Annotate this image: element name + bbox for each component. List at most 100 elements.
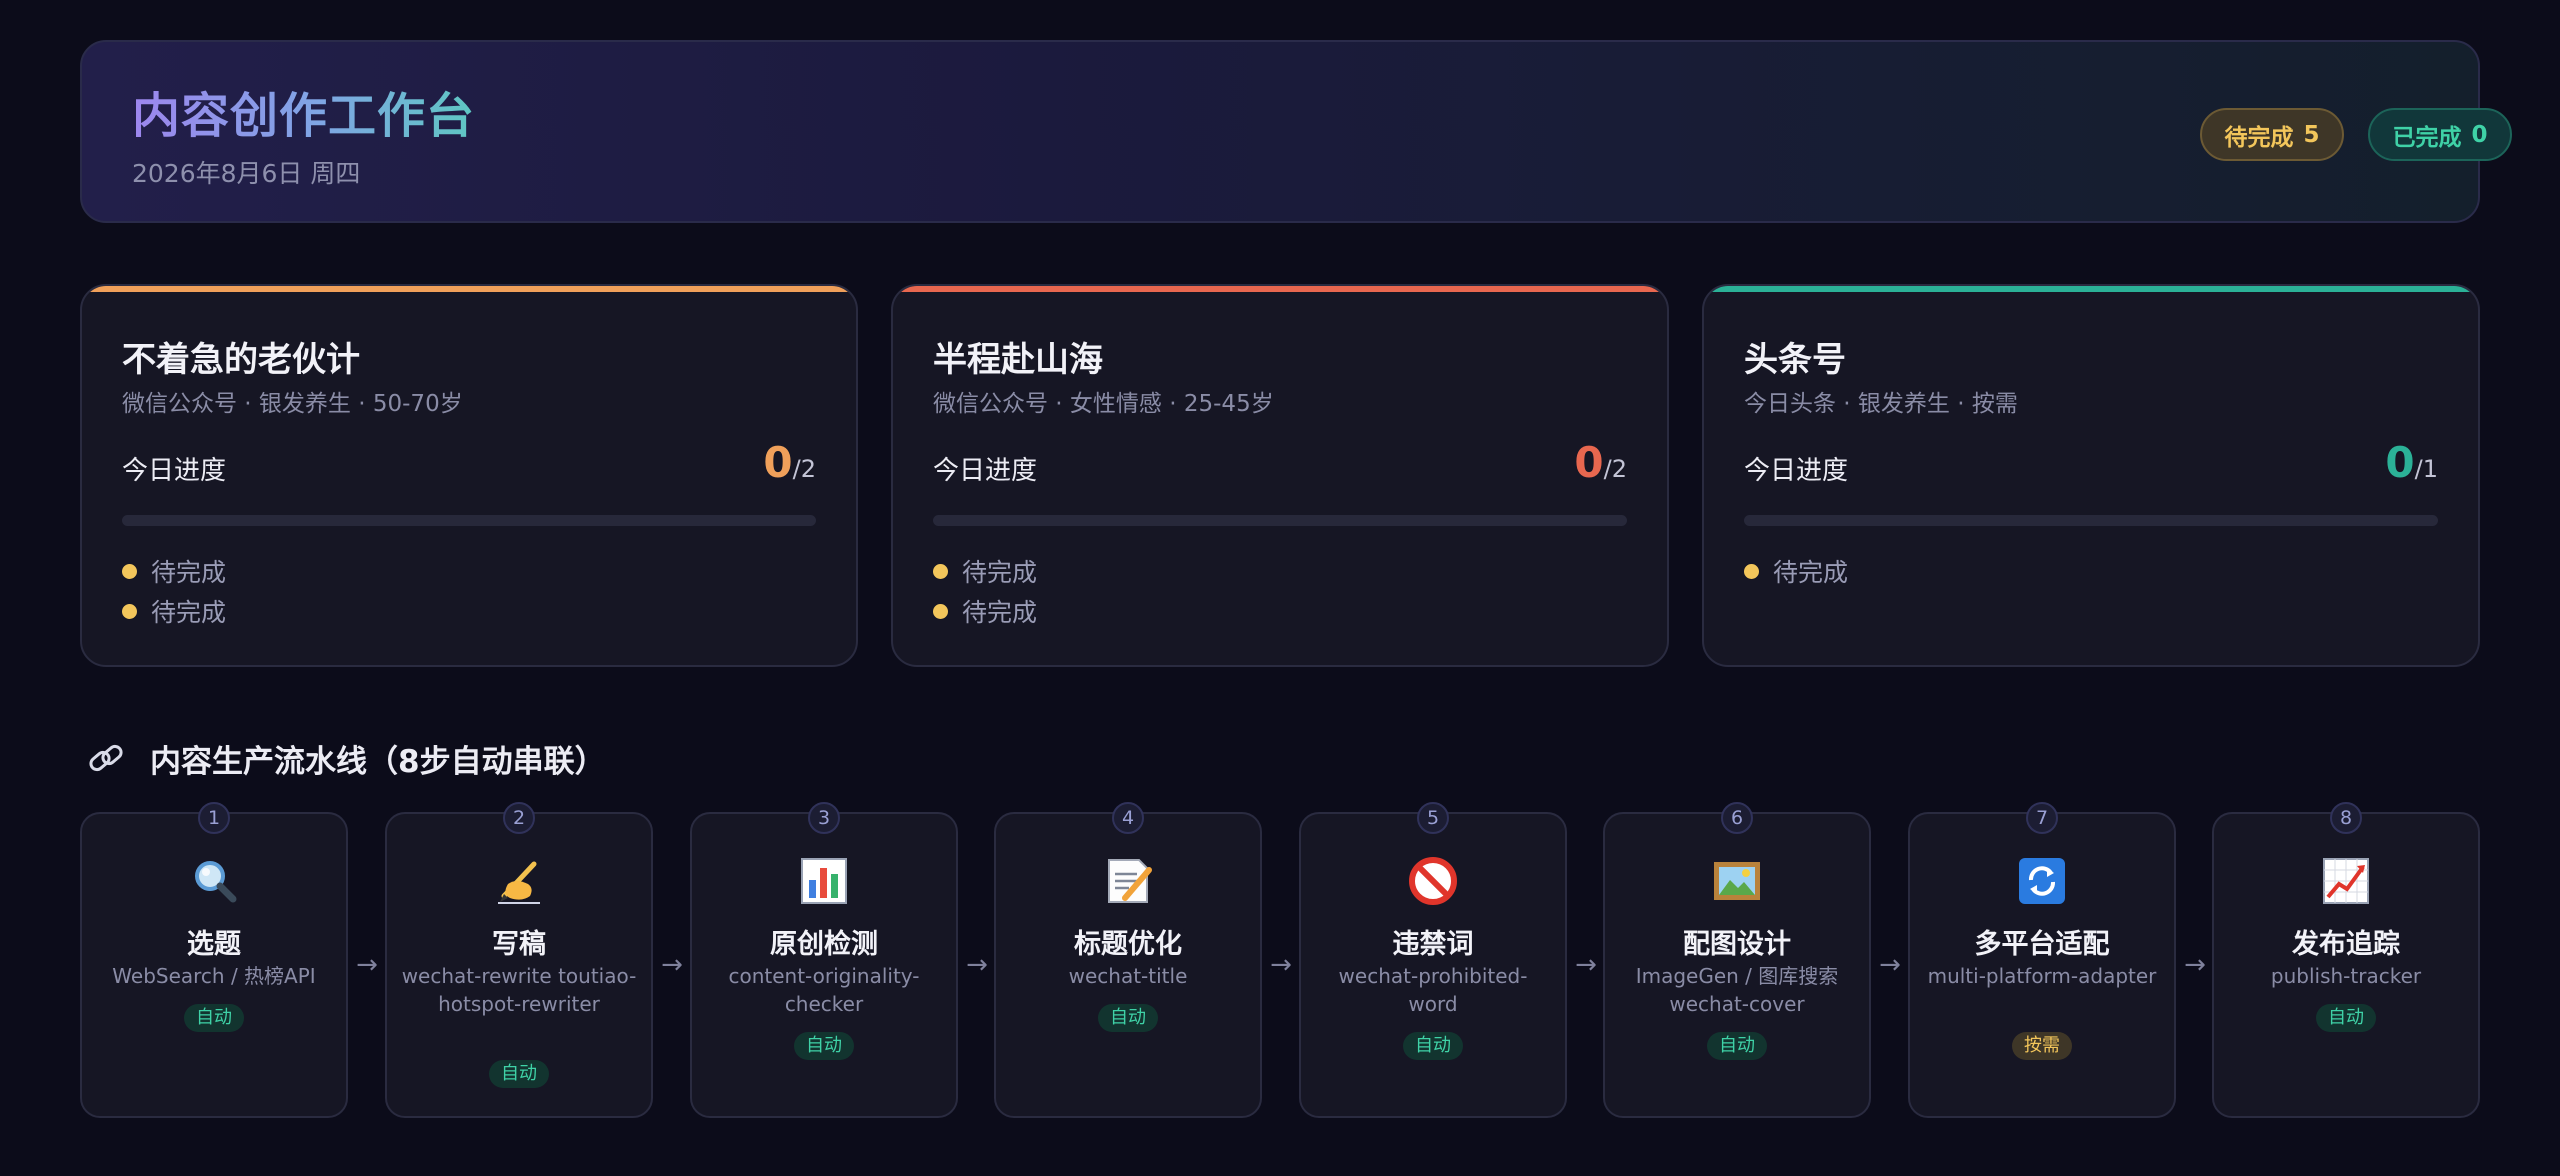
task-list: 待完成 [1744,551,1848,591]
step-tool: wechat-rewrite toutiao-hotspot-rewriter [401,964,637,1016]
progress-total: /1 [2414,455,2438,483]
step-tool: WebSearch / 热榜API [112,964,316,988]
step-icon-wrap [387,854,651,908]
pending-count: 5 [2303,121,2320,148]
step-number: 6 [1721,802,1753,834]
step-tool: wechat-prohibited-word [1338,964,1528,1016]
step-tag: 自动 [489,1060,549,1088]
task-item[interactable]: 待完成 [933,551,1037,591]
task-status: 待完成 [151,558,227,587]
refresh-icon [2019,858,2065,904]
step-tag-wrap: 自动 [1605,1032,1869,1060]
pending-count-badge[interactable]: 待完成 5 [2200,108,2344,161]
step-name: 选题 [187,929,241,960]
trend-chart-icon [2323,858,2369,904]
pipeline-step[interactable]: 5 违禁词 wechat-prohibited-word 自动 [1299,802,1567,1118]
task-status: 待完成 [151,598,227,627]
progress-label: 今日进度 [933,456,1038,486]
step-name: 标题优化 [1074,929,1182,960]
progress-bar [933,515,1627,526]
progress-total: /2 [792,455,816,483]
account-card[interactable]: 头条号 今日头条 · 银发养生 · 按需 今日进度 0 /1 待完成 [1702,284,2480,667]
account-name: 不着急的老伙计 [122,340,360,380]
pending-dot-icon [933,563,948,579]
done-count-badge[interactable]: 已完成 0 [2368,108,2512,161]
task-list: 待完成 待完成 [933,551,1037,631]
account-card[interactable]: 不着急的老伙计 微信公众号 · 银发养生 · 50-70岁 今日进度 0 /2 … [80,284,858,667]
task-item[interactable]: 待完成 [122,551,226,591]
step-number: 3 [808,802,840,834]
memo-icon [1108,859,1152,903]
account-meta: 微信公众号 · 女性情感 · 25-45岁 [933,391,1274,417]
step-icon-wrap [692,854,956,908]
account-meta: 微信公众号 · 银发养生 · 50-70岁 [122,391,463,417]
bar-chart-icon [801,858,847,904]
account-card[interactable]: 半程赴山海 微信公众号 · 女性情感 · 25-45岁 今日进度 0 /2 待完… [891,284,1669,667]
step-tag: 自动 [2316,1004,2376,1032]
done-label: 已完成 [2392,124,2462,151]
page-title: 内容创作工作台 [132,88,476,144]
step-number: 7 [2026,802,2058,834]
task-item[interactable]: 待完成 [1744,551,1848,591]
step-number: 8 [2330,802,2362,834]
step-arrow: → [1270,950,1292,980]
step-icon-wrap [1910,854,2174,908]
current-date: 2026年8月6日 周四 [132,159,361,188]
progress-label: 今日进度 [1744,456,1849,486]
step-arrow: → [2184,950,2206,980]
pipeline-step[interactable]: 4 标题优化 wechat-title 自动 [994,802,1262,1118]
task-status: 待完成 [1773,558,1849,587]
step-tool: multi-platform-adapter [1927,964,2157,988]
pending-dot-icon [122,563,137,579]
pipeline-step[interactable]: 2 写稿 wechat-rewrite toutiao-hotspot-rewr… [385,802,653,1118]
progress-bar [1744,515,2438,526]
step-tag-wrap: 按需 [1910,1032,2174,1060]
step-number: 5 [1417,802,1449,834]
step-tag: 自动 [794,1032,854,1060]
step-tool: publish-tracker [2270,964,2422,988]
progress-label: 今日进度 [122,456,227,486]
task-item[interactable]: 待完成 [933,591,1037,631]
pipeline-step[interactable]: 8 发布追踪 publish-tracker 自动 [2212,802,2480,1118]
pipeline-step[interactable]: 6 配图设计 ImageGen / 图库搜索 wechat-cover 自动 [1603,802,1871,1118]
task-item[interactable]: 待完成 [122,591,226,631]
pending-dot-icon [1744,563,1759,579]
dashboard-header: 内容创作工作台 2026年8月6日 周四 待完成 5 已完成 0 [80,40,2512,223]
step-name: 原创检测 [770,929,878,960]
step-number: 1 [198,802,230,834]
progress-total: /2 [1603,455,1627,483]
step-tag-wrap: 自动 [1301,1032,1565,1060]
step-number: 4 [1112,802,1144,834]
pipeline-title: 内容生产流水线（8步自动串联） [150,743,606,780]
card-accent-bar [1704,286,2478,292]
step-tool: content-originality-checker [728,964,920,1016]
progress-done: 0 [763,438,793,487]
step-name: 发布追踪 [2292,929,2400,960]
step-tag: 自动 [184,1004,244,1032]
step-tag-wrap: 自动 [692,1032,956,1060]
account-name: 半程赴山海 [933,340,1103,380]
progress-bar [122,515,816,526]
progress-done: 0 [1574,438,1604,487]
account-meta: 今日头条 · 银发养生 · 按需 [1744,391,2018,417]
progress-done: 0 [2385,438,2415,487]
step-icon-wrap [1301,854,1565,908]
pipeline-step[interactable]: 1 选题 WebSearch / 热榜API 自动 [80,802,348,1118]
task-status: 待完成 [962,598,1038,627]
link-icon [89,744,123,772]
step-name: 写稿 [492,929,546,960]
step-arrow: → [356,950,378,980]
pipeline-step[interactable]: 3 原创检测 content-originality-checker 自动 [690,802,958,1118]
step-number: 2 [503,802,535,834]
step-tag: 自动 [1403,1032,1463,1060]
step-name: 配图设计 [1683,929,1791,960]
step-tag: 自动 [1098,1004,1158,1032]
framed-picture-icon [1714,862,1760,900]
pipeline-step[interactable]: 7 多平台适配 multi-platform-adapter 按需 [1908,802,2176,1118]
step-icon-wrap [82,854,346,908]
pending-label: 待完成 [2224,124,2294,151]
prohibited-icon [1409,857,1457,905]
task-list: 待完成 待完成 [122,551,226,631]
task-status: 待完成 [962,558,1038,587]
card-accent-bar [893,286,1667,292]
